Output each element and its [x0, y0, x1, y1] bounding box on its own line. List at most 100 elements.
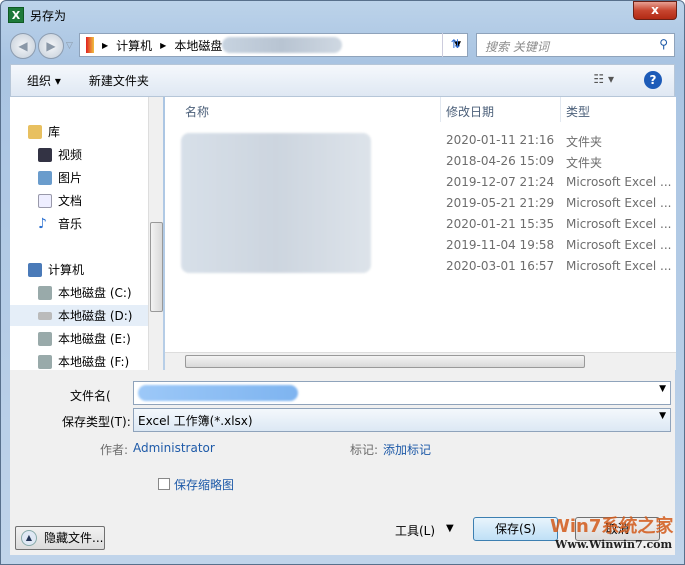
- save-type-label: 保存类型(T):: [62, 415, 131, 429]
- breadcrumb-drive[interactable]: 本地磁盘: [174, 37, 222, 54]
- tools-dropdown-icon[interactable]: ▼: [446, 523, 454, 534]
- file-date: 2019-05-21 21:29: [446, 196, 555, 210]
- watermark-url: Www.Winwin7.com: [555, 538, 673, 551]
- sidebar-item-drive-e[interactable]: 本地磁盘 (E:): [10, 328, 148, 349]
- file-date: 2018-04-26 15:09: [446, 154, 555, 168]
- sidebar-item-drive-c[interactable]: 本地磁盘 (C:): [10, 282, 148, 303]
- file-type: Microsoft Excel ...: [566, 217, 672, 231]
- column-type[interactable]: 类型: [566, 103, 590, 120]
- tags-label: 标记:: [350, 443, 379, 457]
- sidebar-item-label: 本地磁盘 (F:): [58, 355, 130, 369]
- navigation-pane: 库 视频 图片 文档 ♪ 音乐 计算机 本地磁盘 (C:) 本地磁盘 (D:) 本…: [10, 97, 163, 370]
- close-button[interactable]: x: [633, 1, 677, 20]
- file-date: 2020-01-11 21:16: [446, 133, 555, 147]
- sidebar-item-computer[interactable]: 计算机: [28, 259, 166, 280]
- sidebar-item-label: 本地磁盘 (E:): [58, 332, 131, 346]
- column-name[interactable]: 名称: [185, 103, 209, 120]
- table-row[interactable]: 2018-04-26 15:09 文件夹: [165, 151, 676, 172]
- redacted-filename: [138, 385, 298, 401]
- save-button[interactable]: 保存(S): [473, 517, 558, 541]
- computer-icon: [28, 262, 42, 277]
- column-date[interactable]: 修改日期: [446, 103, 494, 120]
- file-type: Microsoft Excel ...: [566, 175, 672, 189]
- music-icon: ♪: [38, 215, 47, 232]
- sidebar-item-label: 库: [48, 125, 61, 139]
- filename-input[interactable]: ▼: [133, 381, 671, 405]
- sidebar-item-label: 计算机: [48, 263, 85, 277]
- file-type: Microsoft Excel ...: [566, 259, 672, 273]
- author-label: 作者:: [100, 443, 129, 457]
- file-date: 2019-11-04 19:58: [446, 238, 555, 252]
- redacted-path: [222, 37, 343, 53]
- file-date: 2019-12-07 21:24: [446, 175, 555, 189]
- forward-button[interactable]: ▶: [38, 33, 64, 59]
- pictures-icon: [38, 170, 52, 185]
- back-button[interactable]: ◀: [10, 33, 36, 59]
- watermark-logo: Win7系统之家: [550, 516, 674, 537]
- table-row[interactable]: 2020-01-11 21:16 文件夹: [165, 130, 676, 151]
- save-type-value: Excel 工作簿(*.xlsx): [138, 414, 253, 428]
- horizontal-scrollbar[interactable]: [165, 352, 676, 370]
- tools-button[interactable]: 工具(L): [395, 522, 435, 539]
- new-folder-button[interactable]: 新建文件夹: [89, 72, 149, 89]
- file-type: Microsoft Excel ...: [566, 238, 672, 252]
- table-row[interactable]: 2019-12-07 21:24 Microsoft Excel ...: [165, 172, 676, 193]
- sidebar-item-drive-f[interactable]: 本地磁盘 (F:): [10, 351, 148, 372]
- drive-icon: [38, 354, 52, 369]
- file-date: 2020-03-01 16:57: [446, 259, 555, 273]
- column-divider[interactable]: [440, 97, 441, 122]
- column-divider[interactable]: [560, 97, 561, 122]
- table-row[interactable]: 2019-05-21 21:29 Microsoft Excel ...: [165, 193, 676, 214]
- window-title: 另存为: [30, 8, 67, 23]
- drive-icon: [38, 331, 52, 346]
- scrollbar-thumb[interactable]: [150, 222, 163, 312]
- help-icon[interactable]: ?: [644, 71, 662, 89]
- sidebar-item-label: 本地磁盘 (D:): [58, 309, 133, 323]
- sidebar-item-label: 本地磁盘 (C:): [58, 286, 132, 300]
- thumbnail-checkbox[interactable]: [158, 478, 170, 490]
- sidebar-item-label: 文档: [58, 194, 83, 208]
- author-value[interactable]: Administrator: [133, 441, 215, 455]
- file-type: 文件夹: [566, 156, 603, 170]
- search-input[interactable]: 搜索 关键词 ⚲: [476, 33, 675, 57]
- excel-icon: X: [8, 7, 24, 23]
- chevron-down-icon[interactable]: ▼: [659, 384, 666, 394]
- refresh-icon[interactable]: ⇅: [442, 33, 468, 57]
- table-row[interactable]: 2019-11-04 19:58 Microsoft Excel ...: [165, 235, 676, 256]
- folder-icon: [86, 37, 94, 53]
- sidebar-item-drive-d[interactable]: 本地磁盘 (D:): [10, 305, 148, 326]
- filename-label: 文件名(: [70, 389, 111, 403]
- sidebar-scrollbar[interactable]: [148, 97, 163, 370]
- save-options-panel: 文件名( ▼ 保存类型(T): Excel 工作簿(*.xlsx) ▼ 作者: …: [10, 370, 675, 555]
- save-type-select[interactable]: Excel 工作簿(*.xlsx) ▼: [133, 408, 671, 432]
- address-bar[interactable]: ▶ 计算机 ▶ 本地磁盘 ▼: [79, 33, 468, 57]
- sidebar-item-label: 图片: [58, 171, 83, 185]
- sidebar-item-label: 音乐: [58, 217, 83, 231]
- hide-folders-button[interactable]: ▲ 隐藏文件...: [15, 526, 105, 550]
- drive-icon: [38, 285, 52, 300]
- toolbar: 组织 ▾ 新建文件夹 ☷ ▾ ?: [10, 64, 675, 97]
- file-type: 文件夹: [566, 135, 603, 149]
- search-placeholder: 搜索 关键词: [485, 40, 549, 54]
- chevron-down-icon: ▼: [659, 411, 666, 421]
- chevron-up-icon: ▲: [21, 530, 37, 546]
- sidebar-item-label: 视频: [58, 148, 83, 162]
- views-button[interactable]: ☷ ▾: [593, 72, 614, 86]
- thumbnail-label[interactable]: 保存缩略图: [174, 476, 234, 493]
- scrollbar-thumb[interactable]: [185, 355, 585, 368]
- sidebar-item-library[interactable]: 库: [28, 121, 166, 142]
- file-list: 名称 修改日期 类型 2020-01-11 21:16 文件夹 2018-04-2…: [165, 97, 676, 370]
- title-bar: X 另存为: [8, 5, 66, 25]
- breadcrumb-computer[interactable]: 计算机: [116, 37, 152, 54]
- recent-dropdown-icon[interactable]: ▽: [66, 41, 73, 51]
- file-type: Microsoft Excel ...: [566, 196, 672, 210]
- tags-value[interactable]: 添加标记: [383, 441, 431, 458]
- table-row[interactable]: 2020-03-01 16:57 Microsoft Excel ...: [165, 256, 676, 277]
- drive-icon: [38, 311, 52, 320]
- table-row[interactable]: 2020-01-21 15:35 Microsoft Excel ...: [165, 214, 676, 235]
- library-icon: [28, 124, 42, 139]
- column-header: 名称 修改日期 类型: [165, 97, 676, 122]
- chevron-right-icon: ▶: [160, 40, 167, 50]
- hide-folders-label: 隐藏文件...: [44, 531, 104, 545]
- organize-button[interactable]: 组织 ▾: [27, 72, 61, 89]
